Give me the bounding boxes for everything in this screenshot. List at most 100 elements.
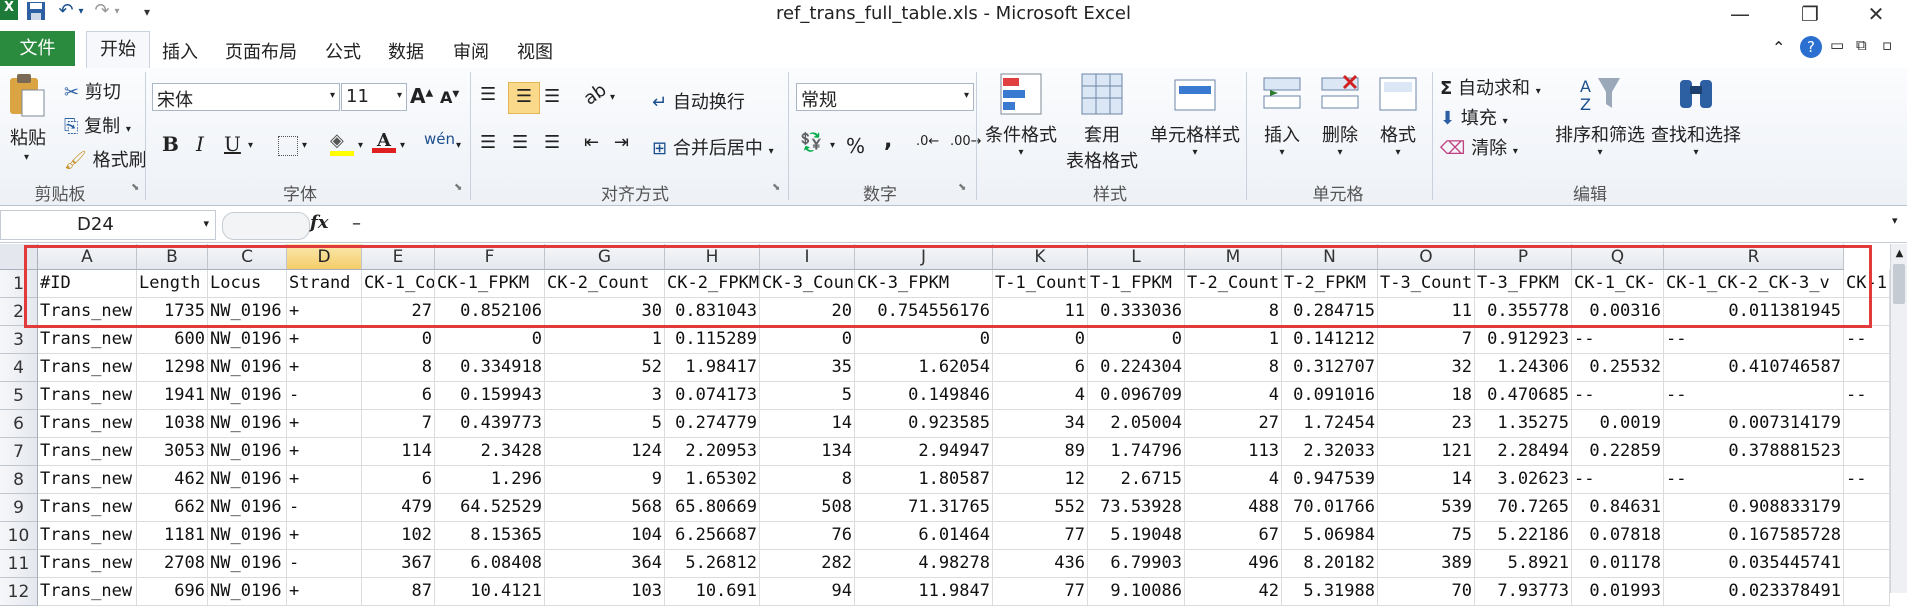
data-cell[interactable]: 0.355778 bbox=[1475, 298, 1572, 326]
ribbon-minimize-icon[interactable]: ⌃ bbox=[1772, 38, 1785, 57]
data-cell[interactable]: 0.274779 bbox=[665, 410, 760, 438]
column-header-g[interactable]: G bbox=[545, 244, 665, 270]
data-cell[interactable]: 124 bbox=[545, 438, 665, 466]
column-header-d[interactable]: D bbox=[287, 244, 362, 270]
conditional-format-button[interactable]: 条件格式 ▾ bbox=[984, 72, 1058, 172]
data-cell[interactable]: 1941 bbox=[137, 382, 208, 410]
data-cell[interactable]: 87 bbox=[362, 578, 435, 606]
data-cell[interactable]: 7.93773 bbox=[1475, 578, 1572, 606]
row-header-10[interactable]: 10 bbox=[0, 522, 38, 550]
workbook-restore-icon[interactable]: ⧉ bbox=[1856, 36, 1867, 54]
column-header-k[interactable]: K bbox=[993, 244, 1088, 270]
data-cell[interactable]: 65.80669 bbox=[665, 494, 760, 522]
row-header-8[interactable]: 8 bbox=[0, 466, 38, 494]
data-cell[interactable]: - bbox=[287, 382, 362, 410]
data-cell[interactable] bbox=[1844, 578, 1890, 606]
data-cell[interactable]: 4 bbox=[993, 382, 1088, 410]
data-cell[interactable]: 2.94947 bbox=[855, 438, 993, 466]
data-cell[interactable]: Trans_new bbox=[38, 382, 137, 410]
clipboard-launcher-icon[interactable]: ⬊ bbox=[131, 182, 139, 193]
data-cell[interactable]: 2.05004 bbox=[1088, 410, 1185, 438]
data-cell[interactable]: 0.22859 bbox=[1572, 438, 1664, 466]
data-cell[interactable]: Trans_new bbox=[38, 494, 137, 522]
data-cell[interactable]: -- bbox=[1572, 466, 1664, 494]
header-cell[interactable]: CK-3_FPKM bbox=[855, 270, 993, 298]
data-cell[interactable]: + bbox=[287, 298, 362, 326]
data-cell[interactable]: 7 bbox=[362, 410, 435, 438]
data-cell[interactable]: 1298 bbox=[137, 354, 208, 382]
restore-button[interactable]: ❐ bbox=[1790, 2, 1830, 26]
data-cell[interactable]: NW_0196 bbox=[208, 298, 287, 326]
data-cell[interactable]: 0.754556176 bbox=[855, 298, 993, 326]
column-header-p[interactable]: P bbox=[1475, 244, 1572, 270]
data-cell[interactable]: 5.22186 bbox=[1475, 522, 1572, 550]
data-cell[interactable]: 0.091016 bbox=[1282, 382, 1378, 410]
data-cell[interactable] bbox=[1844, 298, 1890, 326]
data-cell[interactable]: 0 bbox=[435, 326, 545, 354]
data-cell[interactable]: 0.470685 bbox=[1475, 382, 1572, 410]
data-cell[interactable]: 11.9847 bbox=[855, 578, 993, 606]
data-cell[interactable]: 10.691 bbox=[665, 578, 760, 606]
workbook-close-icon[interactable]: ▫ bbox=[1882, 36, 1892, 54]
format-as-table-button[interactable]: 套用 表格格式 bbox=[1060, 72, 1144, 172]
delete-cells-button[interactable]: 删除 ▾ bbox=[1312, 72, 1368, 172]
formula-bar-grip[interactable] bbox=[222, 212, 310, 240]
data-cell[interactable]: 0.167585728 bbox=[1664, 522, 1844, 550]
column-header-r[interactable]: R bbox=[1664, 244, 1844, 270]
data-cell[interactable]: 8 bbox=[362, 354, 435, 382]
column-header-j[interactable]: J bbox=[855, 244, 993, 270]
align-right-icon[interactable]: ☰ bbox=[544, 132, 560, 153]
data-cell[interactable]: 1.80587 bbox=[855, 466, 993, 494]
data-cell[interactable]: Trans_new bbox=[38, 466, 137, 494]
data-cell[interactable]: NW_0196 bbox=[208, 466, 287, 494]
header-cell[interactable]: CK-2_FPKM bbox=[665, 270, 760, 298]
data-cell[interactable]: 436 bbox=[993, 550, 1088, 578]
bold-button[interactable]: B bbox=[162, 132, 179, 156]
data-cell[interactable]: 9.10086 bbox=[1088, 578, 1185, 606]
data-cell[interactable] bbox=[1844, 438, 1890, 466]
cell-styles-button[interactable]: 单元格样式 ▾ bbox=[1150, 72, 1240, 172]
header-cell[interactable]: T-1_FPKM bbox=[1088, 270, 1185, 298]
data-cell[interactable]: 8.15365 bbox=[435, 522, 545, 550]
header-cell[interactable]: T-2_FPKM bbox=[1282, 270, 1378, 298]
row-header-7[interactable]: 7 bbox=[0, 438, 38, 466]
copy-dropdown-icon[interactable]: ▾ bbox=[126, 124, 131, 135]
autosum-button[interactable]: Σ 自动求和 ▾ bbox=[1440, 74, 1541, 100]
data-cell[interactable]: 0.410746587 bbox=[1664, 354, 1844, 382]
select-all-corner[interactable] bbox=[0, 244, 38, 270]
number-launcher-icon[interactable]: ⬊ bbox=[958, 182, 966, 193]
data-cell[interactable]: 1.35275 bbox=[1475, 410, 1572, 438]
data-cell[interactable]: 0.912923 bbox=[1475, 326, 1572, 354]
header-cell[interactable]: Strand bbox=[287, 270, 362, 298]
data-cell[interactable]: 76 bbox=[760, 522, 855, 550]
data-cell[interactable]: 0.224304 bbox=[1088, 354, 1185, 382]
minimize-button[interactable]: — bbox=[1720, 2, 1760, 26]
column-header-e[interactable]: E bbox=[362, 244, 435, 270]
data-cell[interactable]: 104 bbox=[545, 522, 665, 550]
data-cell[interactable]: Trans_new bbox=[38, 438, 137, 466]
data-cell[interactable]: 71.31765 bbox=[855, 494, 993, 522]
data-cell[interactable]: 8 bbox=[760, 466, 855, 494]
data-cell[interactable]: 0.141212 bbox=[1282, 326, 1378, 354]
data-cell[interactable]: 7 bbox=[1378, 326, 1475, 354]
header-cell[interactable]: CK-2_Count bbox=[545, 270, 665, 298]
data-cell[interactable]: 0.439773 bbox=[435, 410, 545, 438]
data-cell[interactable]: 102 bbox=[362, 522, 435, 550]
data-cell[interactable]: 5.8921 bbox=[1475, 550, 1572, 578]
data-cell[interactable]: 5 bbox=[760, 382, 855, 410]
data-cell[interactable]: 696 bbox=[137, 578, 208, 606]
data-cell[interactable]: 367 bbox=[362, 550, 435, 578]
alignment-launcher-icon[interactable]: ⬊ bbox=[772, 182, 780, 193]
data-cell[interactable]: 600 bbox=[137, 326, 208, 354]
align-middle-icon[interactable]: ☰ bbox=[508, 82, 540, 114]
data-cell[interactable]: 2.32033 bbox=[1282, 438, 1378, 466]
data-cell[interactable]: 75 bbox=[1378, 522, 1475, 550]
data-cell[interactable]: 0 bbox=[855, 326, 993, 354]
data-cell[interactable]: 508 bbox=[760, 494, 855, 522]
data-cell[interactable]: 12 bbox=[993, 466, 1088, 494]
data-cell[interactable]: 34 bbox=[993, 410, 1088, 438]
border-dropdown-icon[interactable]: ▾ bbox=[302, 140, 307, 151]
header-cell[interactable]: CK-1_CK-2_CK-3_v bbox=[1664, 270, 1844, 298]
data-cell[interactable]: 70.01766 bbox=[1282, 494, 1378, 522]
data-cell[interactable]: 35 bbox=[760, 354, 855, 382]
